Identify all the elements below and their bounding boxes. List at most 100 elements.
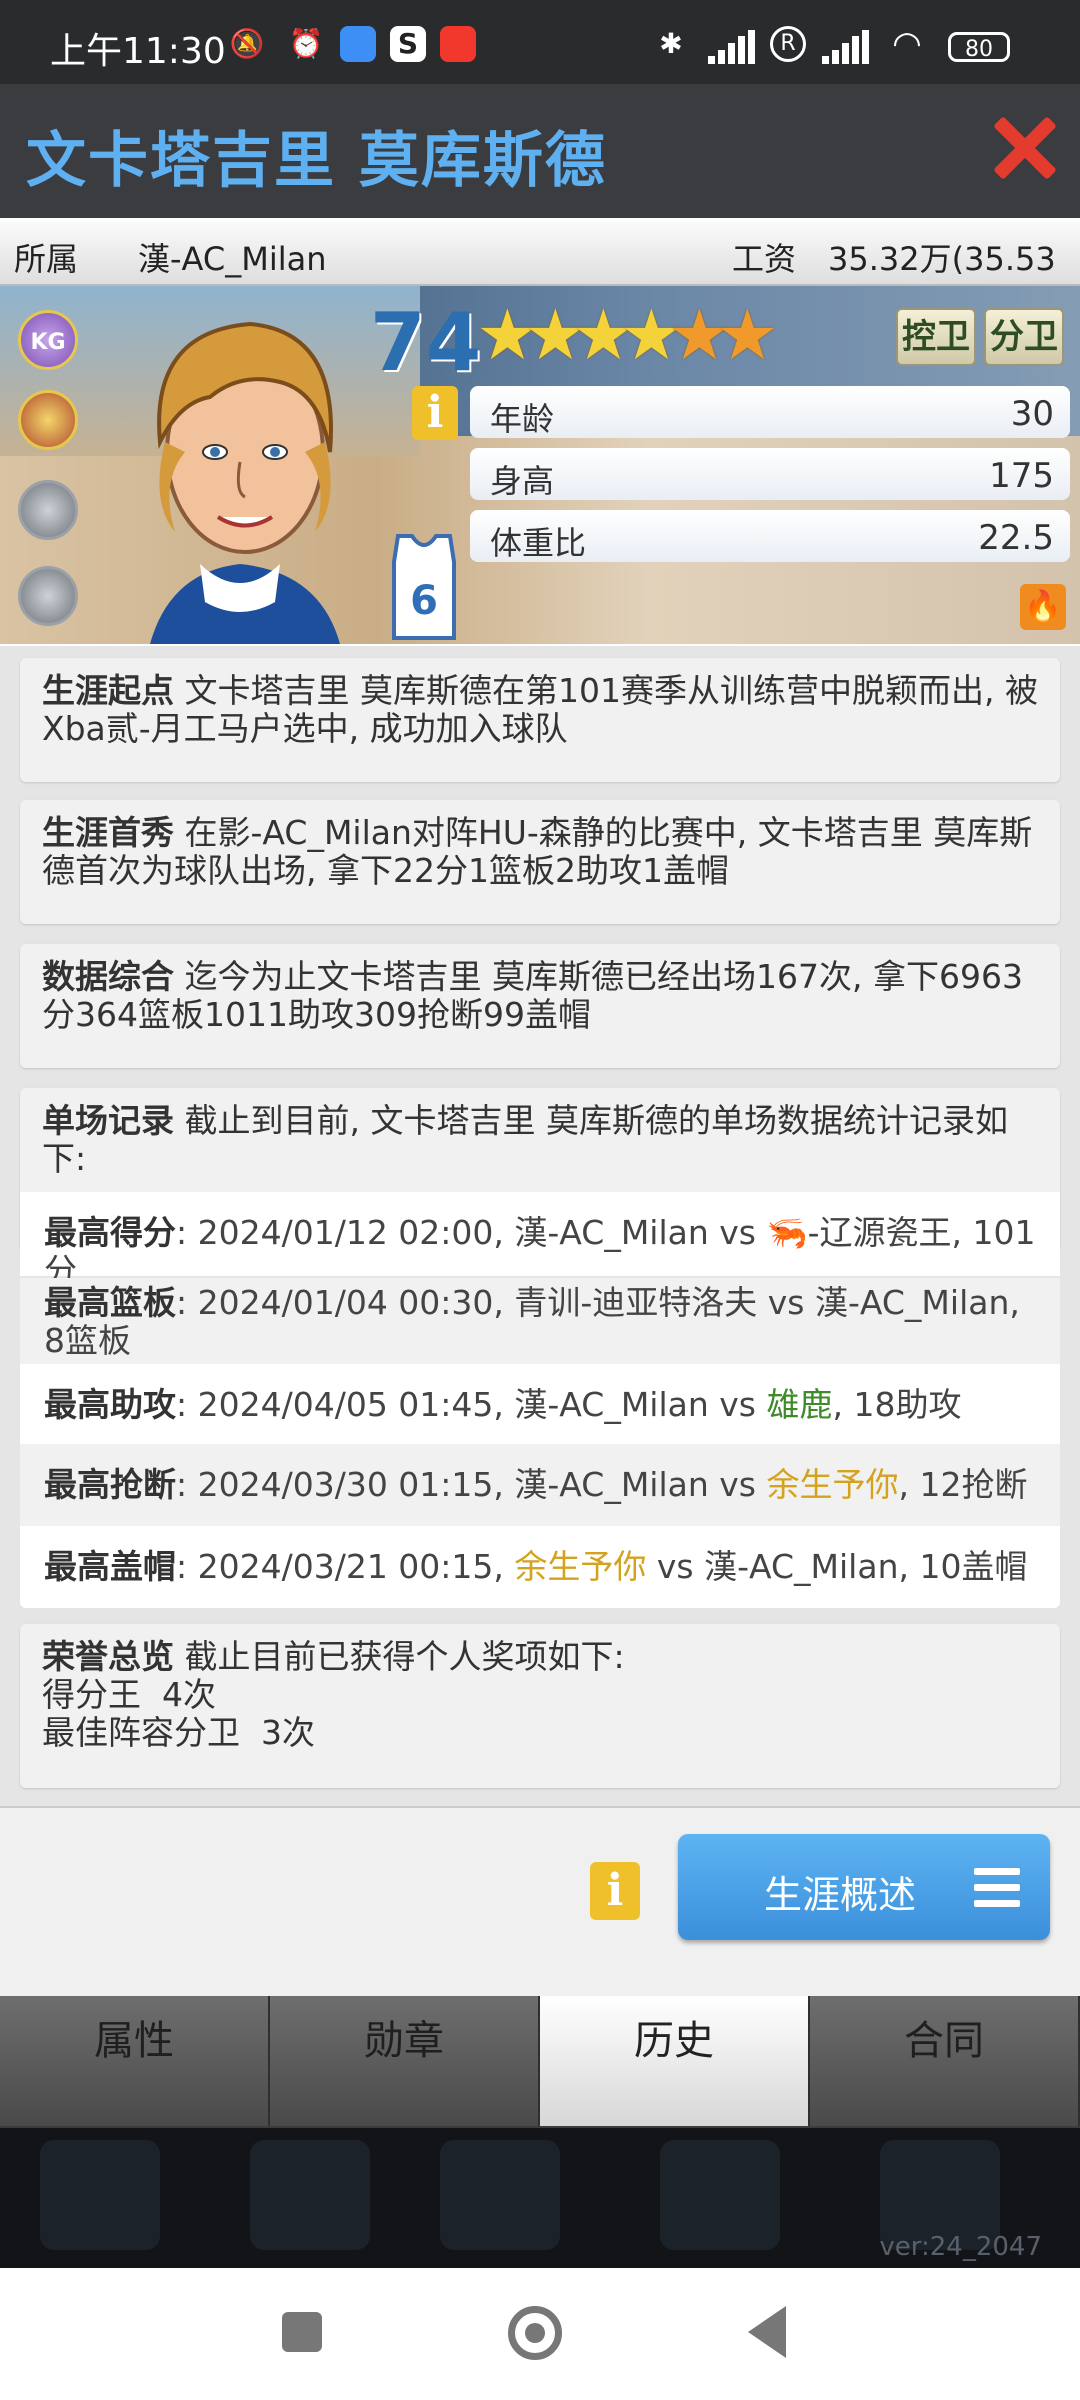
record-result: vs 漢-AC_Milan, 10盖帽 <box>646 1547 1028 1586</box>
stat-value: 22.5 <box>978 518 1054 558</box>
signal-2-icon <box>822 30 869 64</box>
stat-age: 年龄 30 <box>470 386 1070 438</box>
tab-bar: 属性 勋章 历史 合同 <box>0 1996 1080 2128</box>
section-title: 数据综合 <box>42 957 174 996</box>
alarm-icon: ⏰ <box>288 27 324 60</box>
record-text: : 2024/04/05 01:45, 漢-AC_Milan vs <box>176 1385 767 1424</box>
record-opponent[interactable]: 余生予你 <box>514 1547 646 1586</box>
roaming-icon: R <box>770 26 806 62</box>
record-text: : 2024/01/12 02:00, 漢-AC_Milan vs <box>176 1213 767 1252</box>
honor-item: 最佳阵容分卫 3次 <box>42 1713 315 1752</box>
nav-team-icon[interactable] <box>440 2140 560 2250</box>
wifi-icon: ◠ <box>892 24 922 64</box>
stat-height: 身高 175 <box>470 448 1070 500</box>
team-value: 漢-AC_Milan <box>138 240 327 278</box>
career-overview-label: 生涯概述 <box>764 1873 917 1917</box>
locked-badge-2-icon[interactable] <box>18 566 78 626</box>
stat-label: 体重比 <box>490 524 587 562</box>
app-notification-icon <box>340 26 376 62</box>
signal-1-icon <box>708 30 755 64</box>
info-icon[interactable]: i <box>412 386 458 440</box>
menu-icon <box>974 1868 1020 1908</box>
section-title: 荣誉总览 <box>42 1637 174 1676</box>
close-icon[interactable] <box>990 114 1056 180</box>
fire-icon[interactable]: 🔥 <box>1020 584 1066 630</box>
mute-icon: 🔕 <box>229 27 265 60</box>
section-text: 截止目前已获得个人奖项如下: <box>184 1637 625 1676</box>
status-bar: 上午11:30 🔕 ⏰ S ✱ R ◠ 80 <box>0 0 1080 84</box>
action-bar: i 生涯概述 <box>0 1806 1080 1998</box>
battery-icon: 80 <box>948 32 1010 62</box>
back-icon[interactable] <box>748 2306 786 2358</box>
career-overview-button[interactable]: 生涯概述 <box>678 1834 1050 1940</box>
section-text: 迄今为止文卡塔吉里 莫库斯德已经出场167次, 拿下6963分364篮板1011… <box>42 957 1023 1034</box>
history-content[interactable]: 生涯起点 文卡塔吉里 莫库斯德在第101赛季从训练营中脱颖而出, 被Xba贰-月… <box>0 646 1080 1806</box>
section-title: 单场记录 <box>42 1101 174 1140</box>
locked-badge-1-icon[interactable] <box>18 480 78 540</box>
star-orange-icon: ★ <box>716 294 779 376</box>
shop-app-icon <box>440 26 476 62</box>
tab-attributes[interactable]: 属性 <box>0 1996 270 2126</box>
info-icon[interactable]: i <box>590 1862 640 1920</box>
record-opponent: 🦐-辽源瓷王 <box>766 1213 952 1252</box>
s-app-icon: S <box>390 26 426 62</box>
nav-home-icon[interactable] <box>40 2140 160 2250</box>
status-time: 上午11:30 <box>50 31 226 72</box>
medal-badge-icon[interactable] <box>18 390 78 450</box>
player-card: KG 6 74 ★ ★ ★ ★ ★ ★ 控卫 分卫 i 年龄 30 身高 175 体重比 … <box>0 286 1080 644</box>
version-label: ver:24_2047 <box>879 2232 1042 2262</box>
section-title: 生涯起点 <box>42 671 174 710</box>
record-result: , 12抢断 <box>898 1465 1028 1504</box>
career-debut-card: 生涯首秀 在影-AC_Milan对阵HU-森静的比赛中, 文卡塔吉里 莫库斯德首… <box>20 800 1060 924</box>
tab-history[interactable]: 历史 <box>540 1996 810 2126</box>
record-high-steals: 最高抢断: 2024/03/30 01:15, 漢-AC_Milan vs 余生… <box>20 1444 1060 1526</box>
record-text: : 2024/03/30 01:15, 漢-AC_Milan vs <box>176 1465 767 1504</box>
record-label: 最高抢断 <box>44 1465 176 1504</box>
player-avatar <box>150 321 340 644</box>
recents-icon[interactable] <box>282 2312 322 2352</box>
record-high-points: 最高得分: 2024/01/12 02:00, 漢-AC_Milan vs 🦐-… <box>20 1192 1060 1290</box>
kg-badge-icon[interactable]: KG <box>18 310 78 370</box>
record-text: : 2024/03/21 00:15, <box>176 1547 515 1586</box>
record-high-assists: 最高助攻: 2024/04/05 01:45, 漢-AC_Milan vs 雄鹿… <box>20 1364 1060 1444</box>
stats-summary-card: 数据综合 迄今为止文卡塔吉里 莫库斯德已经出场167次, 拿下6963分364篮… <box>20 944 1060 1068</box>
record-label: 最高盖帽 <box>44 1547 176 1586</box>
record-label: 最高得分 <box>44 1213 176 1252</box>
player-rating: 74 <box>370 296 482 389</box>
record-opponent[interactable]: 余生予你 <box>766 1465 898 1504</box>
record-result: , 18助攻 <box>832 1385 962 1424</box>
position-badge-pg: 控卫 <box>896 308 976 366</box>
salary-label: 工资 <box>732 240 797 278</box>
jersey-icon: 6 <box>392 534 456 640</box>
header: 文卡塔吉里 莫库斯德 <box>0 84 1080 218</box>
section-title: 生涯首秀 <box>42 813 174 852</box>
stat-value: 175 <box>989 456 1054 496</box>
record-label: 最高助攻 <box>44 1385 176 1424</box>
stat-label: 年龄 <box>490 400 555 438</box>
record-text: : 2024/01/04 00:30, 青训-迪亚特洛夫 vs 漢-AC_Mil… <box>44 1283 1020 1360</box>
record-opponent[interactable]: 雄鹿 <box>766 1385 832 1424</box>
home-icon[interactable] <box>508 2306 562 2360</box>
section-text: 在影-AC_Milan对阵HU-森静的比赛中, 文卡塔吉里 莫库斯德首次为球队出… <box>42 813 1033 890</box>
team-salary-row: 所属 漢-AC_Milan 工资 35.32万(35.53万) <box>0 222 1080 324</box>
stat-weight-ratio: 体重比 22.5 <box>470 510 1070 562</box>
career-origin-card: 生涯起点 文卡塔吉里 莫库斯德在第101赛季从训练营中脱颖而出, 被Xba贰-月… <box>20 658 1060 782</box>
position-badge-sg: 分卫 <box>984 308 1064 366</box>
record-high-rebounds: 最高篮板: 2024/01/04 00:30, 青训-迪亚特洛夫 vs 漢-AC… <box>20 1278 1060 1364</box>
section-text: 文卡塔吉里 莫库斯德在第101赛季从训练营中脱颖而出, 被Xba贰-月工马户选中… <box>42 671 1038 748</box>
stat-label: 身高 <box>490 462 555 500</box>
jersey-number: 6 <box>410 578 438 624</box>
stat-value: 30 <box>1010 394 1054 434</box>
tab-contract[interactable]: 合同 <box>810 1996 1080 2126</box>
tab-medals[interactable]: 勋章 <box>270 1996 540 2126</box>
page-title: 文卡塔吉里 莫库斯德 <box>26 126 607 196</box>
system-nav-bar <box>0 2268 1080 2400</box>
nav-finance-icon[interactable] <box>250 2140 370 2250</box>
game-bottom-nav: ver:24_2047 <box>0 2128 1080 2268</box>
honor-item: 得分王 4次 <box>42 1675 216 1714</box>
nav-league-icon[interactable] <box>660 2140 780 2250</box>
record-label: 最高篮板 <box>44 1283 176 1322</box>
bluetooth-icon: ✱ <box>659 27 683 60</box>
team-label: 所属 <box>14 240 79 278</box>
record-high-blocks: 最高盖帽: 2024/03/21 00:15, 余生予你 vs 漢-AC_Mil… <box>20 1526 1060 1608</box>
